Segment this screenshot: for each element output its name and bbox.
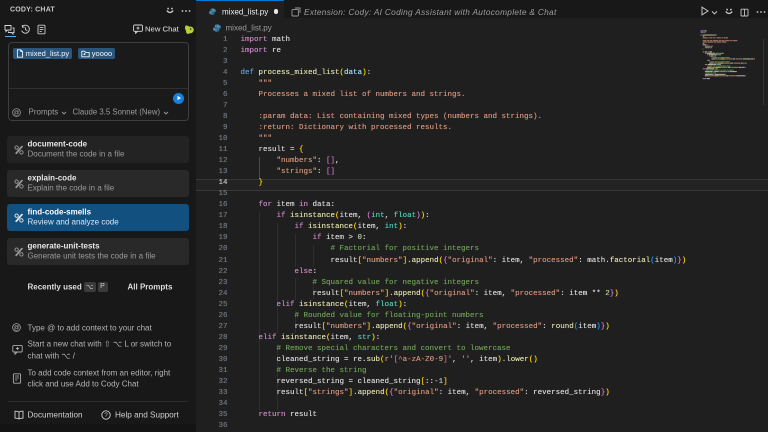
svg-text:?: ? (104, 413, 108, 419)
svg-text:@: @ (13, 326, 19, 332)
svg-text:@: @ (13, 110, 19, 116)
